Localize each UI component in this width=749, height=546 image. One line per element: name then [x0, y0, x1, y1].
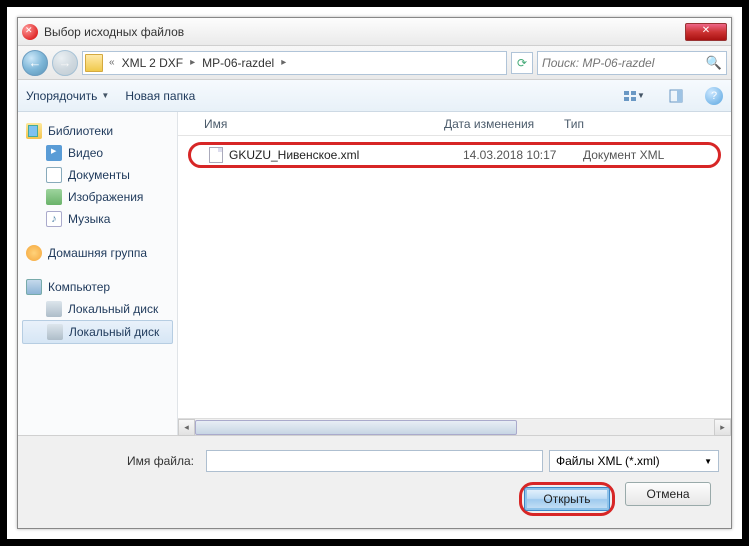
search-box[interactable]: 🔍	[537, 51, 727, 75]
folder-icon	[85, 54, 103, 72]
chevron-left-icon: «	[107, 57, 117, 68]
chevron-down-icon: ▼	[704, 457, 712, 466]
chevron-down-icon: ▼	[637, 91, 645, 100]
horizontal-scrollbar[interactable]: ◂ ▸	[178, 418, 731, 435]
file-list[interactable]: GKUZU_Нивенское.xml 14.03.2018 10:17 Док…	[178, 136, 731, 418]
content-area: Библиотеки Видео Документы Изображения ♪…	[18, 112, 731, 436]
music-icon: ♪	[46, 211, 62, 227]
close-button[interactable]: ✕	[685, 23, 727, 41]
filter-label: Файлы XML (*.xml)	[556, 454, 660, 468]
tree-disk[interactable]: Локальный диск	[18, 298, 177, 320]
chevron-down-icon: ▼	[101, 91, 109, 100]
disk-icon	[47, 324, 63, 340]
breadcrumb-item[interactable]: MP-06-razdel	[199, 56, 277, 70]
file-name: GKUZU_Нивенское.xml	[229, 148, 463, 162]
view-options-button[interactable]: ▼	[621, 85, 647, 107]
open-highlight: Открыть	[519, 482, 615, 516]
scroll-left-icon[interactable]: ◂	[178, 419, 195, 436]
refresh-button[interactable]: ⟳	[511, 52, 533, 74]
window-title: Выбор исходных файлов	[44, 25, 685, 39]
tree-disk-selected[interactable]: Локальный диск	[22, 320, 173, 344]
help-button[interactable]: ?	[705, 87, 723, 105]
document-icon	[46, 167, 62, 183]
organize-menu[interactable]: Упорядочить ▼	[26, 89, 109, 103]
forward-button[interactable]: →	[52, 50, 78, 76]
cancel-button[interactable]: Отмена	[625, 482, 711, 506]
chevron-right-icon: ▸	[279, 57, 288, 68]
filename-label: Имя файла:	[30, 454, 200, 468]
search-input[interactable]	[542, 56, 706, 70]
file-icon	[209, 147, 223, 163]
computer-icon	[26, 279, 42, 295]
file-type: Документ XML	[583, 148, 664, 162]
chevron-right-icon: ▸	[188, 57, 197, 68]
new-folder-button[interactable]: Новая папка	[125, 89, 195, 103]
tree-libraries[interactable]: Библиотеки	[18, 120, 177, 142]
filename-input[interactable]	[206, 450, 543, 472]
footer: Имя файла: Файлы XML (*.xml) ▼ Открыть О…	[18, 436, 731, 528]
tree-homegroup[interactable]: Домашняя группа	[18, 242, 177, 264]
col-name[interactable]: Имя	[196, 117, 436, 131]
disk-icon	[46, 301, 62, 317]
breadcrumb[interactable]: « XML 2 DXF ▸ MP-06-razdel ▸	[82, 51, 507, 75]
open-button[interactable]: Открыть	[524, 487, 610, 511]
nav-tree[interactable]: Библиотеки Видео Документы Изображения ♪…	[18, 112, 178, 435]
file-pane: Имя Дата изменения Тип GKUZU_Нивенское.x…	[178, 112, 731, 435]
filetype-filter[interactable]: Файлы XML (*.xml) ▼	[549, 450, 719, 472]
organize-label: Упорядочить	[26, 89, 97, 103]
tree-computer[interactable]: Компьютер	[18, 276, 177, 298]
toolbar: Упорядочить ▼ Новая папка ▼ ?	[18, 80, 731, 112]
tree-documents[interactable]: Документы	[18, 164, 177, 186]
video-icon	[46, 145, 62, 161]
file-open-dialog: Выбор исходных файлов ✕ ← → « XML 2 DXF …	[17, 17, 732, 529]
tree-video[interactable]: Видео	[18, 142, 177, 164]
col-type[interactable]: Тип	[556, 117, 731, 131]
scroll-right-icon[interactable]: ▸	[714, 419, 731, 436]
navbar: ← → « XML 2 DXF ▸ MP-06-razdel ▸ ⟳ 🔍	[18, 46, 731, 80]
homegroup-icon	[26, 245, 42, 261]
file-date: 14.03.2018 10:17	[463, 148, 583, 162]
libraries-icon	[26, 123, 42, 139]
scroll-track[interactable]	[195, 420, 714, 435]
back-button[interactable]: ←	[22, 50, 48, 76]
app-icon	[22, 24, 38, 40]
column-headers[interactable]: Имя Дата изменения Тип	[178, 112, 731, 136]
col-date[interactable]: Дата изменения	[436, 117, 556, 131]
tree-images[interactable]: Изображения	[18, 186, 177, 208]
titlebar: Выбор исходных файлов ✕	[18, 18, 731, 46]
search-icon: 🔍	[706, 55, 722, 71]
breadcrumb-item[interactable]: XML 2 DXF	[119, 56, 187, 70]
tree-music[interactable]: ♪Музыка	[18, 208, 177, 230]
image-icon	[46, 189, 62, 205]
file-row[interactable]: GKUZU_Нивенское.xml 14.03.2018 10:17 Док…	[188, 142, 721, 168]
preview-pane-button[interactable]	[663, 85, 689, 107]
scroll-thumb[interactable]	[195, 420, 517, 435]
